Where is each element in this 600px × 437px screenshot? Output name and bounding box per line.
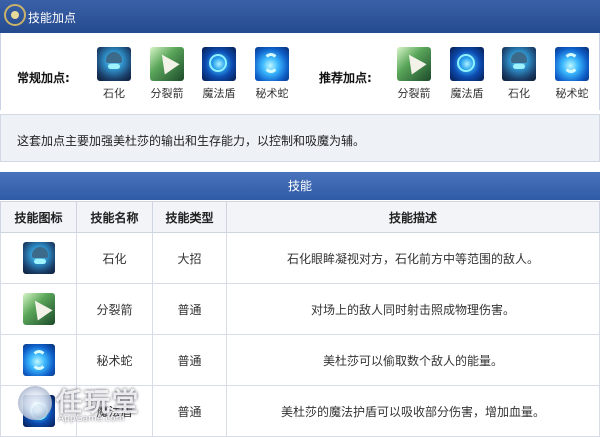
normal-skill-4[interactable]: 秘术蛇 — [250, 47, 294, 101]
build-description: 这套加点主要加强美杜莎的输出和生存能力，以控制和吸魔为辅。 — [0, 114, 600, 162]
split-arrow-icon — [150, 47, 184, 81]
description-text: 这套加点主要加强美杜莎的输出和生存能力，以控制和吸魔为辅。 — [17, 134, 366, 148]
skill-desc-cell: 石化眼眸凝视对方，石化前方中等范围的敌人。 — [226, 232, 600, 284]
skill-icon-cell — [0, 232, 77, 284]
skill-name: 秘术蛇 — [555, 87, 589, 100]
table-header-row: 技能图标 技能名称 技能类型 技能描述 — [0, 201, 600, 233]
column-header: 技能类型 — [152, 201, 227, 233]
skill-name-cell: 秘术蛇 — [76, 334, 153, 386]
skill-name: 分裂箭 — [150, 87, 184, 100]
skill-points-panel: 常规加点: 石化 分裂箭 魔法盾 秘术蛇 推荐加点: 分裂箭 魔法盾 石化 秘术… — [0, 33, 600, 110]
ornament-icon — [4, 4, 26, 26]
skill-name-cell: 分裂箭 — [76, 283, 153, 335]
skill-name-cell: 石化 — [76, 232, 153, 284]
split-arrow-icon — [397, 47, 431, 81]
recommended-skill-2[interactable]: 魔法盾 — [445, 47, 489, 101]
section-title: 技能加点 — [28, 11, 77, 25]
mystic-snake-icon — [255, 47, 289, 81]
skill-name: 魔法盾 — [202, 87, 236, 100]
stone-gaze-icon — [22, 242, 55, 274]
mana-shield-icon — [450, 47, 484, 81]
watermark-site: AppGame.com — [58, 414, 125, 424]
skill-name: 魔法盾 — [450, 87, 484, 100]
recommended-skill-1[interactable]: 分裂箭 — [392, 47, 436, 101]
skill-type-cell: 普通 — [152, 283, 227, 335]
column-header: 技能描述 — [226, 201, 600, 233]
skill-name: 石化 — [508, 87, 530, 100]
skill-type-cell: 大招 — [152, 232, 227, 284]
mana-shield-icon — [202, 47, 236, 81]
normal-points-label: 常规加点: — [17, 71, 70, 85]
mystic-snake-icon — [555, 47, 589, 81]
skill-type-cell: 普通 — [152, 334, 227, 386]
skill-desc-cell: 美杜莎可以偷取数个敌人的能量。 — [226, 334, 600, 386]
section-header: 技能加点 — [0, 0, 600, 34]
normal-skill-2[interactable]: 分裂箭 — [145, 47, 189, 101]
skill-name: 分裂箭 — [397, 87, 431, 100]
table-row: 分裂箭 普通 对场上的敌人同时射击照成物理伤害。 — [0, 283, 600, 335]
split-arrow-icon — [22, 293, 55, 325]
recommended-points-label: 推荐加点: — [319, 71, 372, 85]
skill-name: 秘术蛇 — [255, 87, 289, 100]
normal-skill-1[interactable]: 石化 — [92, 47, 136, 101]
skills-table-title: 技能 — [0, 172, 600, 200]
recommended-skill-3[interactable]: 石化 — [497, 47, 541, 101]
mystic-snake-icon — [22, 344, 55, 376]
stone-gaze-icon — [97, 47, 131, 81]
normal-skill-3[interactable]: 魔法盾 — [197, 47, 241, 101]
table-row: 石化 大招 石化眼眸凝视对方，石化前方中等范围的敌人。 — [0, 232, 600, 284]
watermark-logo-icon — [18, 386, 52, 420]
stone-gaze-icon — [502, 47, 536, 81]
column-header: 技能图标 — [0, 201, 77, 233]
skill-desc-cell: 美杜莎的魔法护盾可以吸收部分伤害，增加血量。 — [226, 385, 600, 437]
skill-icon-cell — [0, 334, 77, 386]
skill-icon-cell — [0, 283, 77, 335]
skill-type-cell: 普通 — [152, 385, 227, 437]
table-row: 秘术蛇 普通 美杜莎可以偷取数个敌人的能量。 — [0, 334, 600, 386]
skill-desc-cell: 对场上的敌人同时射击照成物理伤害。 — [226, 283, 600, 335]
watermark: 任玩堂 AppGame.com — [10, 380, 150, 430]
recommended-skill-4[interactable]: 秘术蛇 — [550, 47, 594, 101]
skill-name: 石化 — [103, 87, 125, 100]
column-header: 技能名称 — [76, 201, 153, 233]
